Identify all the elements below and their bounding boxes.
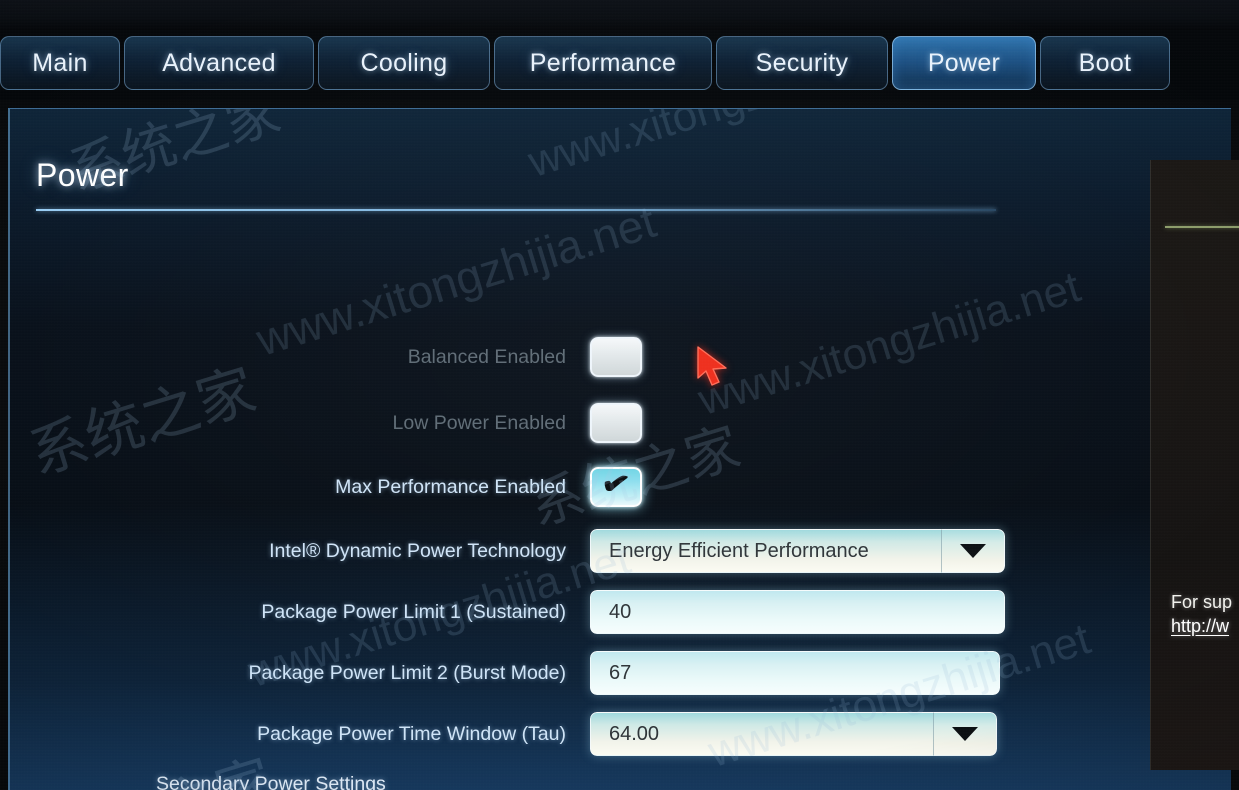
- tab-label: Advanced: [162, 48, 276, 77]
- bios-screen: Main Advanced Cooling Performance Security Po…: [0, 0, 1239, 790]
- chevron-down-glyph: [952, 727, 978, 741]
- setting-label-package-power-limit-1: Package Power Limit 1 (Sustained): [261, 600, 566, 623]
- checkmark-icon: ✔: [599, 466, 633, 503]
- watermark: www.xitongzhijia.net: [523, 109, 917, 188]
- setting-label-balanced-enabled: Balanced Enabled: [407, 345, 566, 368]
- setting-row-package-power-limit-2: Package Power Limit 2 (Burst Mode) 67: [10, 651, 1110, 695]
- select-package-power-time-window[interactable]: 64.00: [590, 712, 997, 756]
- chevron-down-icon[interactable]: [933, 712, 997, 756]
- tab-performance[interactable]: Performance: [494, 36, 712, 90]
- checkbox-balanced-enabled[interactable]: [590, 337, 642, 377]
- setting-row-max-performance-enabled: Max Performance Enabled ✔: [10, 466, 1110, 507]
- tab-bar: Main Advanced Cooling Performance Security Po…: [0, 30, 1239, 100]
- tab-main[interactable]: Main: [0, 36, 120, 90]
- help-panel-divider: [1165, 226, 1239, 228]
- tab-label: Performance: [529, 48, 677, 77]
- page-title: Power: [36, 157, 129, 193]
- select-value-package-power-time-window: 64.00: [590, 712, 933, 756]
- secondary-power-settings-row: Secondary Power Settings: [156, 773, 386, 790]
- chevron-down-icon[interactable]: [941, 529, 1005, 573]
- tab-label: Main: [32, 48, 88, 77]
- content-panel: Power Balanced Enabled Low Power Enabled M…: [8, 108, 1231, 790]
- tab-advanced[interactable]: Advanced: [124, 36, 314, 90]
- input-value-package-power-limit-1[interactable]: 40: [590, 590, 1005, 634]
- tab-label: Boot: [1078, 48, 1132, 77]
- tab-security[interactable]: Security: [716, 36, 888, 90]
- input-value-package-power-limit-2[interactable]: 67: [590, 651, 1000, 695]
- checkbox-low-power-enabled[interactable]: [590, 403, 642, 443]
- tab-power[interactable]: Power: [892, 36, 1036, 90]
- tab-label: Cooling: [360, 48, 448, 77]
- setting-label-package-power-time-window: Package Power Time Window (Tau): [257, 722, 566, 745]
- setting-row-package-power-limit-1: Package Power Limit 1 (Sustained) 40: [10, 590, 1110, 634]
- input-package-power-limit-2[interactable]: 67: [590, 651, 1000, 695]
- input-package-power-limit-1[interactable]: 40: [590, 590, 1005, 634]
- select-intel-dynamic-power-technology[interactable]: Energy Efficient Performance: [590, 529, 1005, 573]
- tab-label: Power: [927, 48, 1001, 77]
- tab-boot[interactable]: Boot: [1040, 36, 1170, 90]
- setting-row-package-power-time-window: Package Power Time Window (Tau) 64.00: [10, 712, 1110, 756]
- setting-row-low-power-enabled: Low Power Enabled: [10, 403, 1110, 443]
- select-value-intel-dynamic-power-technology: Energy Efficient Performance: [590, 529, 941, 573]
- setting-label-intel-dynamic-power-technology: Intel® Dynamic Power Technology: [269, 539, 566, 562]
- title-divider: [36, 209, 996, 211]
- top-bar: [0, 0, 1239, 30]
- tab-label: Security: [755, 48, 849, 77]
- secondary-power-settings-link[interactable]: Secondary Power Settings: [156, 773, 386, 790]
- setting-row-intel-dynamic-power-technology: Intel® Dynamic Power Technology Energy Ef…: [10, 529, 1110, 573]
- help-panel: For sup http://w: [1150, 160, 1239, 770]
- help-panel-link[interactable]: http://w: [1171, 616, 1229, 637]
- help-panel-text: For sup: [1171, 592, 1233, 612]
- checkbox-max-performance-enabled[interactable]: ✔: [590, 466, 642, 507]
- tab-cooling[interactable]: Cooling: [318, 36, 490, 90]
- setting-label-low-power-enabled: Low Power Enabled: [392, 411, 566, 434]
- setting-row-balanced-enabled: Balanced Enabled: [10, 337, 1110, 377]
- chevron-down-glyph: [960, 544, 986, 558]
- setting-label-package-power-limit-2: Package Power Limit 2 (Burst Mode): [248, 661, 566, 684]
- setting-label-max-performance-enabled: Max Performance Enabled: [335, 475, 566, 498]
